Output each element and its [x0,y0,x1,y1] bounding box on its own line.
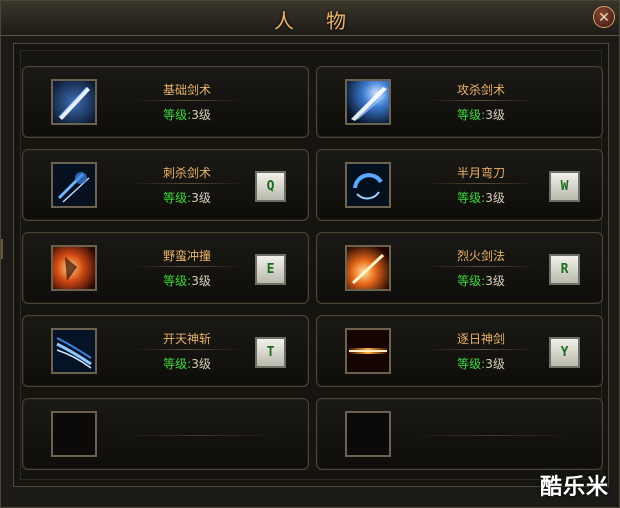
divider [413,435,573,436]
level-label: 等级: [457,274,486,288]
divider [133,100,243,101]
empty-skill-card[interactable] [22,398,309,470]
skill-card-attack-sword[interactable]: 攻杀剑术 等级:3级 [316,66,603,138]
sword-thrust-icon[interactable] [51,79,97,125]
watermark: 酷乐米 [539,475,609,500]
charge-icon[interactable] [51,245,97,291]
level-label: 等级: [163,191,192,205]
hotkey-button[interactable]: Y [549,337,580,368]
skill-name: 开天神斩 [162,332,211,346]
stab-icon[interactable] [51,162,97,208]
hotkey-button[interactable]: Q [255,171,286,202]
skill-card-half-moon[interactable]: 半月弯刀 等级:3级 W [316,149,603,221]
half-moon-icon[interactable] [345,162,391,208]
skill-name: 半月弯刀 [456,166,505,180]
empty-skill-slot[interactable] [51,411,97,457]
skill-card-stab-sword[interactable]: 刺杀剑术 等级:3级 Q [22,149,309,221]
level-label: 等级: [163,274,192,288]
skill-name: 烈火剑法 [456,249,505,263]
empty-skill-slot[interactable] [345,411,391,457]
level-value: 3级 [191,108,211,122]
level-label: 等级: [457,108,486,122]
level-value: 3级 [191,357,211,371]
skill-level: 等级:3级 [413,355,549,372]
fire-sword-icon[interactable] [345,245,391,291]
skill-name: 基础剑术 [162,83,211,97]
divider [119,435,279,436]
skill-name: 野蛮冲撞 [162,249,211,263]
skill-level: 等级:3级 [119,189,255,206]
level-label: 等级: [457,357,486,371]
divider [133,266,243,267]
level-value: 3级 [191,274,211,288]
skill-level: 等级:3级 [413,189,549,206]
title-bar[interactable]: 人物 ✕ [1,1,619,36]
skill-level: 等级:3级 [119,106,255,123]
sun-sword-icon[interactable] [345,328,391,374]
hotkey-button[interactable]: R [549,254,580,285]
skill-level: 等级:3级 [119,355,255,372]
hotkey-button[interactable]: E [255,254,286,285]
level-value: 3级 [485,357,505,371]
skill-level: 等级:3级 [413,272,549,289]
level-value: 3级 [485,191,505,205]
close-button[interactable]: ✕ [593,6,615,28]
heaven-slash-icon[interactable] [51,328,97,374]
divider [427,266,537,267]
window-title: 人物 [274,9,378,33]
hotkey-button[interactable]: W [549,171,580,202]
character-window: 人物 ✕ 基础剑术 等级:3级 攻杀剑术 等级:3级 刺杀剑术 等级:3级 Q … [0,0,620,508]
level-label: 等级: [163,108,192,122]
level-label: 等级: [457,191,486,205]
empty-skill-card[interactable] [316,398,603,470]
skill-card-sun-sword[interactable]: 逐日神剑 等级:3级 Y [316,315,603,387]
skill-name: 攻杀剑术 [456,83,505,97]
side-decoration [1,239,7,259]
level-value: 3级 [191,191,211,205]
skill-card-savage-charge[interactable]: 野蛮冲撞 等级:3级 E [22,232,309,304]
divider [427,349,537,350]
hotkey-button[interactable]: T [255,337,286,368]
level-label: 等级: [163,357,192,371]
divider [427,100,537,101]
level-value: 3级 [485,108,505,122]
close-icon: ✕ [598,10,610,26]
level-value: 3级 [485,274,505,288]
sword-strike-icon[interactable] [345,79,391,125]
skill-card-fire-sword[interactable]: 烈火剑法 等级:3级 R [316,232,603,304]
skill-name: 逐日神剑 [456,332,505,346]
skill-card-basic-sword[interactable]: 基础剑术 等级:3级 [22,66,309,138]
divider [133,183,243,184]
skill-card-heaven-slash[interactable]: 开天神斩 等级:3级 T [22,315,309,387]
skills-panel: 基础剑术 等级:3级 攻杀剑术 等级:3级 刺杀剑术 等级:3级 Q 半月弯刀 … [13,43,609,487]
skill-level: 等级:3级 [119,272,255,289]
divider [133,349,243,350]
divider [427,183,537,184]
skill-name: 刺杀剑术 [162,166,211,180]
skill-level: 等级:3级 [413,106,549,123]
